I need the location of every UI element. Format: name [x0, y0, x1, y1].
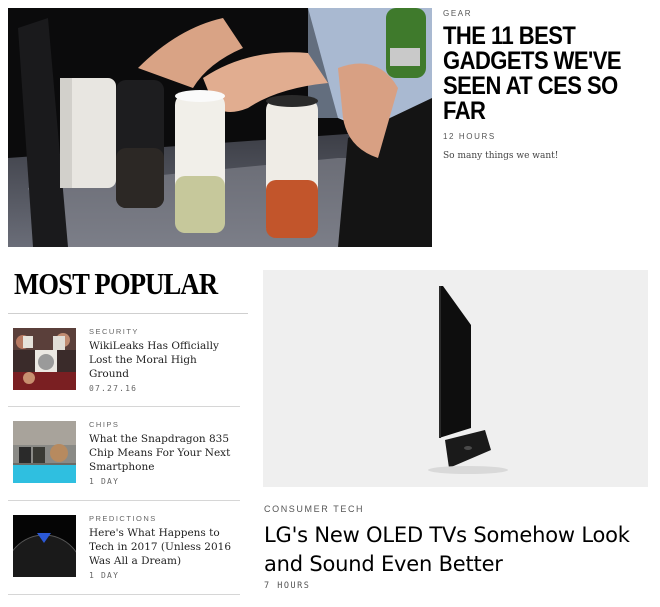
article-thumbnail[interactable] — [13, 421, 76, 483]
feature-image[interactable] — [263, 270, 648, 487]
hero-image[interactable] — [8, 8, 432, 247]
oled-tv-photo — [263, 270, 648, 487]
divider — [8, 594, 240, 595]
most-popular-heading: MOST POPULAR — [14, 266, 218, 301]
feature-timestamp: 7 HOURS — [264, 581, 311, 591]
article-date: 07.27.16 — [89, 384, 138, 393]
hero-category[interactable]: GEAR — [443, 9, 653, 18]
article-category[interactable]: PREDICTIONS — [89, 514, 239, 523]
list-item[interactable]: PREDICTIONS Here's What Happens to Tech … — [8, 507, 240, 587]
article-date: 1 DAY — [89, 477, 120, 486]
hero-text-block: GEAR THE 11 BEST GADGETS WE'VE SEEN AT C… — [443, 9, 653, 161]
list-item-meta: SECURITY WikiLeaks Has Officially Lost t… — [89, 327, 239, 393]
feature-category[interactable]: CONSUMER TECH — [264, 504, 364, 514]
divider — [8, 406, 240, 407]
article-thumbnail[interactable] — [13, 328, 76, 390]
hero-description: So many things we want! — [443, 151, 559, 161]
divider — [8, 500, 240, 501]
list-item[interactable]: CHIPS What the Snapdragon 835 Chip Means… — [8, 413, 240, 493]
article-title-link[interactable]: What the Snapdragon 835 Chip Means For Y… — [89, 432, 239, 474]
divider — [8, 313, 248, 314]
feature-title-link[interactable]: LG's New OLED TVs Somehow Look and Sound… — [264, 521, 659, 579]
hero-timestamp: 12 HOURS — [443, 132, 496, 141]
article-category[interactable]: CHIPS — [89, 420, 239, 429]
hero-title-link[interactable]: THE 11 BEST GADGETS WE'VE SEEN AT CES SO… — [443, 24, 650, 124]
article-thumbnail[interactable] — [13, 515, 76, 577]
article-date: 1 DAY — [89, 571, 120, 580]
article-title-link[interactable]: Here's What Happens to Tech in 2017 (Unl… — [89, 526, 239, 568]
list-item[interactable]: SECURITY WikiLeaks Has Officially Lost t… — [8, 320, 240, 400]
list-item-meta: PREDICTIONS Here's What Happens to Tech … — [89, 514, 239, 580]
article-title-link[interactable]: WikiLeaks Has Officially Lost the Moral … — [89, 339, 239, 381]
article-category[interactable]: SECURITY — [89, 327, 239, 336]
speakers-photo — [8, 8, 432, 247]
list-item-meta: CHIPS What the Snapdragon 835 Chip Means… — [89, 420, 239, 486]
